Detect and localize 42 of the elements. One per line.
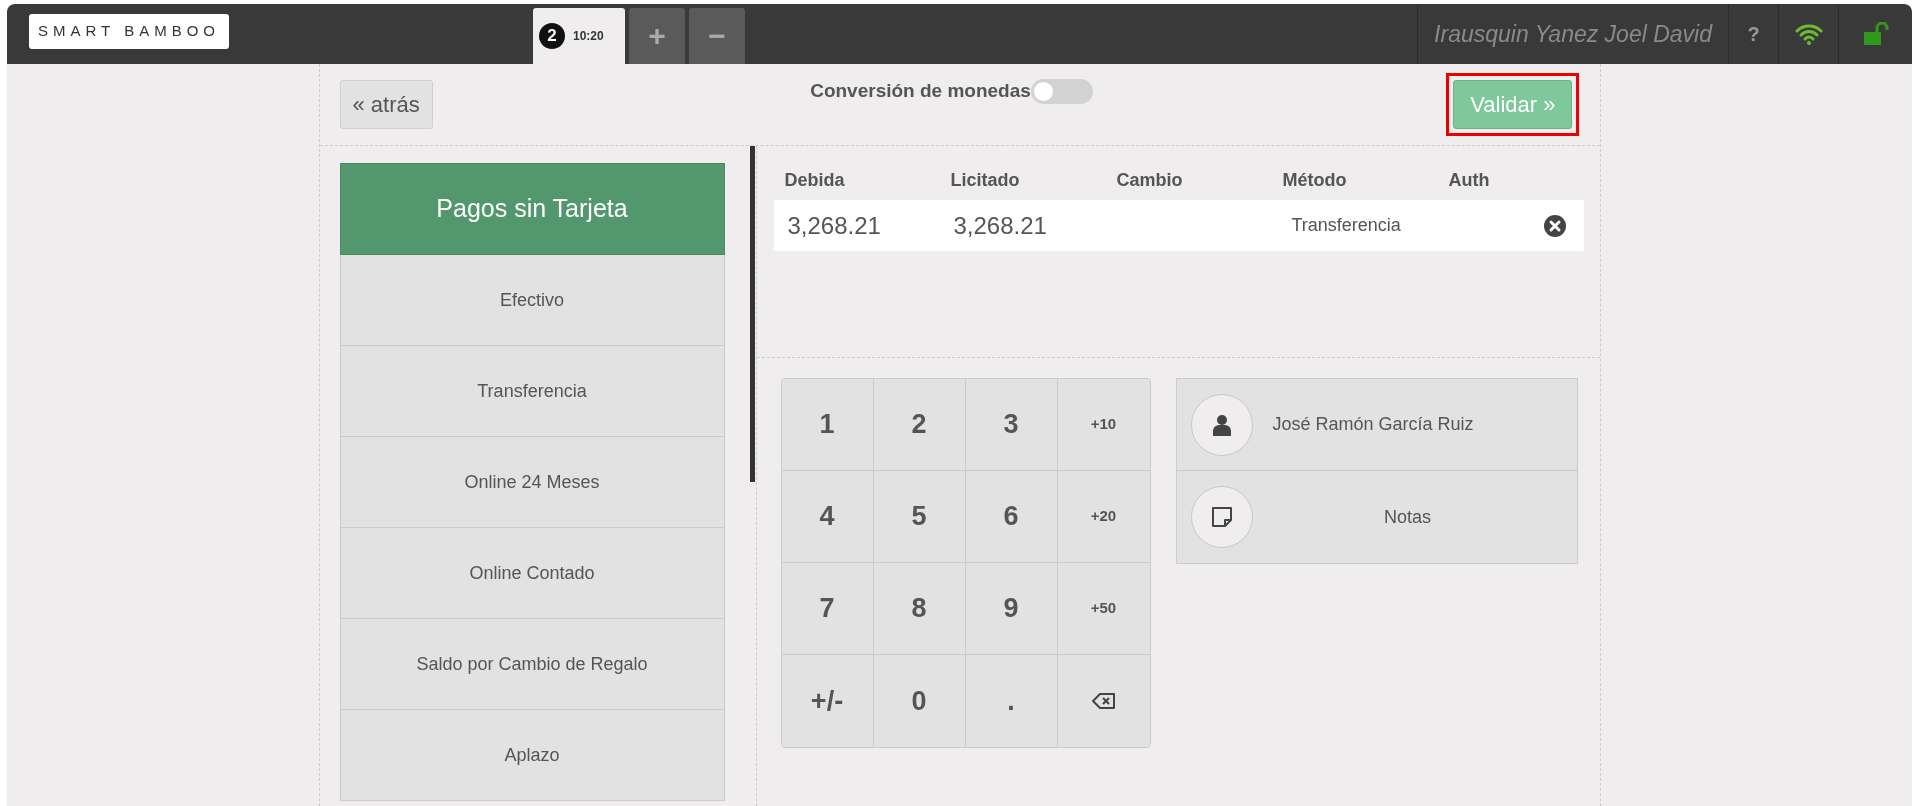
- note-icon: [1210, 506, 1233, 528]
- order-tab[interactable]: 2 10:20: [533, 8, 625, 64]
- scrollbar[interactable]: [749, 146, 755, 482]
- column-header: Debida: [784, 168, 846, 192]
- wifi-icon[interactable]: [1794, 23, 1823, 45]
- payment-method-button[interactable]: Online 24 Meses: [339, 437, 725, 528]
- column-header: Auth: [1448, 168, 1491, 192]
- logo: SMART BAMBOO: [29, 14, 229, 49]
- keypad-key[interactable]: 8: [873, 563, 966, 655]
- payment-method-button[interactable]: Transferencia: [339, 346, 725, 437]
- keypad-key[interactable]: 5: [873, 471, 966, 563]
- payment-group-header: Pagos sin Tarjeta: [339, 163, 725, 255]
- action-button[interactable]: José Ramón García Ruiz: [1176, 379, 1577, 471]
- keypad-key[interactable]: 9: [965, 563, 1058, 655]
- action-button[interactable]: Notas: [1176, 471, 1577, 563]
- column-header: Método: [1282, 168, 1348, 192]
- currency-conversion-label: Conversión de monedas: [810, 79, 1031, 104]
- remove-icon[interactable]: [1543, 215, 1566, 238]
- backspace-icon[interactable]: [1091, 692, 1116, 710]
- payment-method-button[interactable]: Online Contado: [339, 528, 725, 619]
- column-header: Cambio: [1116, 168, 1184, 192]
- keypad-key[interactable]: 3: [965, 379, 1058, 471]
- add-tab-button[interactable]: +: [629, 8, 685, 64]
- payment-method-button[interactable]: Efectivo: [339, 255, 725, 346]
- payment-method: Transferencia: [1290, 214, 1402, 237]
- keypad-key[interactable]: +/-: [781, 655, 874, 747]
- remove-tab-button[interactable]: −: [689, 8, 745, 64]
- person-icon: [1212, 413, 1231, 436]
- keypad-key[interactable]: 1: [781, 379, 874, 471]
- keypad-key[interactable]: +10: [1057, 379, 1150, 471]
- currency-conversion-toggle[interactable]: [1030, 79, 1093, 104]
- keypad-key[interactable]: 7: [781, 563, 874, 655]
- column-header: Licitado: [950, 168, 1021, 192]
- payment-method-button[interactable]: Saldo por Cambio de Regalo: [339, 619, 725, 710]
- amount-tendered: 3,268.21: [953, 210, 1048, 241]
- back-button[interactable]: « atrás: [339, 80, 433, 129]
- amount-due: 3,268.21: [787, 210, 882, 241]
- unlocked-padlock-icon[interactable]: [1862, 22, 1889, 46]
- keypad-key[interactable]: 4: [781, 471, 874, 563]
- keypad-key[interactable]: 6: [965, 471, 1058, 563]
- keypad-key[interactable]: 2: [873, 379, 966, 471]
- payment-method-button[interactable]: Aplazo: [339, 710, 725, 801]
